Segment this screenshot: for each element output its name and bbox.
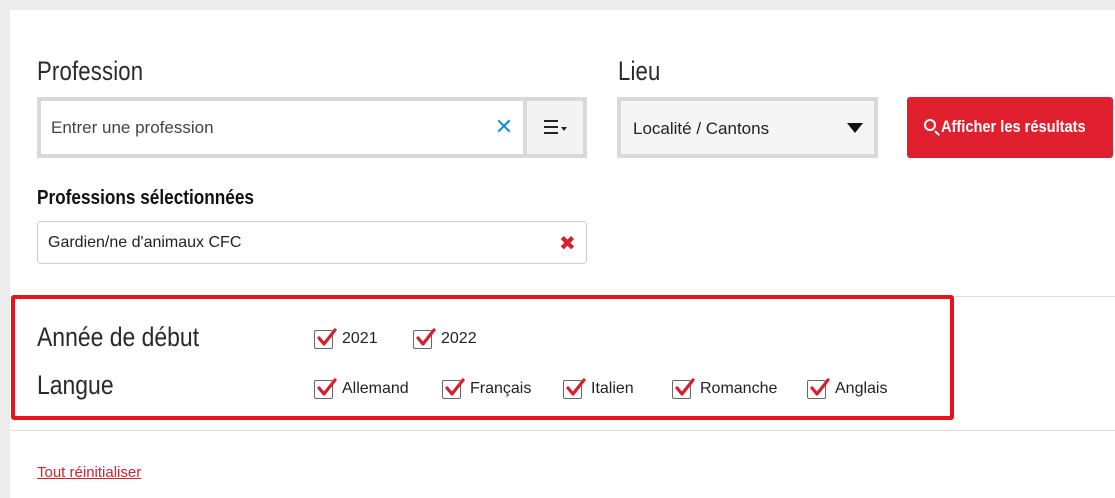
reset-all-link[interactable]: Tout réinitialiser xyxy=(37,464,141,481)
checkbox-language-allemand[interactable]: Allemand xyxy=(314,377,409,400)
checkmark-icon xyxy=(810,377,830,396)
checkbox-label: Allemand xyxy=(342,380,409,397)
profession-label: Profession xyxy=(37,56,144,86)
checkbox-label: 2021 xyxy=(342,330,378,347)
checkbox-label: 2022 xyxy=(441,330,477,347)
divider-bottom xyxy=(10,430,1115,431)
start-year-label: Année de début xyxy=(37,322,200,352)
show-results-label: Afficher les résultats xyxy=(941,117,1086,136)
checkbox-box xyxy=(314,327,337,349)
checkbox-language-anglais[interactable]: Anglais xyxy=(807,377,888,400)
checkbox-box xyxy=(442,377,465,399)
checkmark-icon xyxy=(317,327,337,346)
checkmark-icon xyxy=(416,327,436,346)
lieu-select-inner: Localité / Cantons xyxy=(621,101,874,154)
checkbox-label: Français xyxy=(470,380,532,397)
checkmark-icon xyxy=(675,377,695,396)
show-results-button[interactable]: Afficher les résultats xyxy=(907,97,1113,158)
lieu-select-value: Localité / Cantons xyxy=(633,119,770,138)
checkmark-icon xyxy=(566,377,586,396)
filters-highlight-box xyxy=(11,295,954,420)
checkbox-label: Italien xyxy=(591,380,634,397)
checkbox-box xyxy=(563,377,586,399)
checkbox-year-2022[interactable]: 2022 xyxy=(413,327,477,350)
remove-icon[interactable]: ✖ xyxy=(559,231,576,256)
profession-list-button[interactable] xyxy=(527,101,583,154)
language-label: Langue xyxy=(37,370,114,400)
left-frame xyxy=(0,10,10,498)
clear-icon[interactable]: ✕ xyxy=(494,115,514,139)
chevron-down-icon xyxy=(561,127,567,131)
checkbox-box xyxy=(314,377,337,399)
checkbox-language-romanche[interactable]: Romanche xyxy=(672,377,778,400)
profession-input[interactable] xyxy=(41,101,523,154)
checkbox-language-francais[interactable]: Français xyxy=(442,377,532,400)
selected-professions-title: Professions sélectionnées xyxy=(37,187,255,209)
caret-down-icon xyxy=(847,123,863,133)
checkbox-year-2021[interactable]: 2021 xyxy=(314,327,378,350)
checkbox-box xyxy=(413,327,436,349)
checkmark-icon xyxy=(445,377,465,396)
checkbox-box xyxy=(672,377,695,399)
lieu-label: Lieu xyxy=(618,56,661,86)
selected-profession-label: Gardien/ne d'animaux CFC xyxy=(48,234,242,251)
search-icon xyxy=(924,119,936,131)
checkbox-language-italien[interactable]: Italien xyxy=(563,377,634,400)
checkbox-box xyxy=(807,377,830,399)
profession-field-wrapper: ✕ xyxy=(37,97,587,158)
lieu-select[interactable]: Localité / Cantons xyxy=(617,97,878,158)
checkbox-label: Anglais xyxy=(835,380,888,397)
top-frame xyxy=(0,0,1115,10)
list-icon xyxy=(544,120,558,138)
checkbox-label: Romanche xyxy=(700,380,778,397)
checkmark-icon xyxy=(317,377,337,396)
selected-profession-item: Gardien/ne d'animaux CFC ✖ xyxy=(37,221,587,264)
